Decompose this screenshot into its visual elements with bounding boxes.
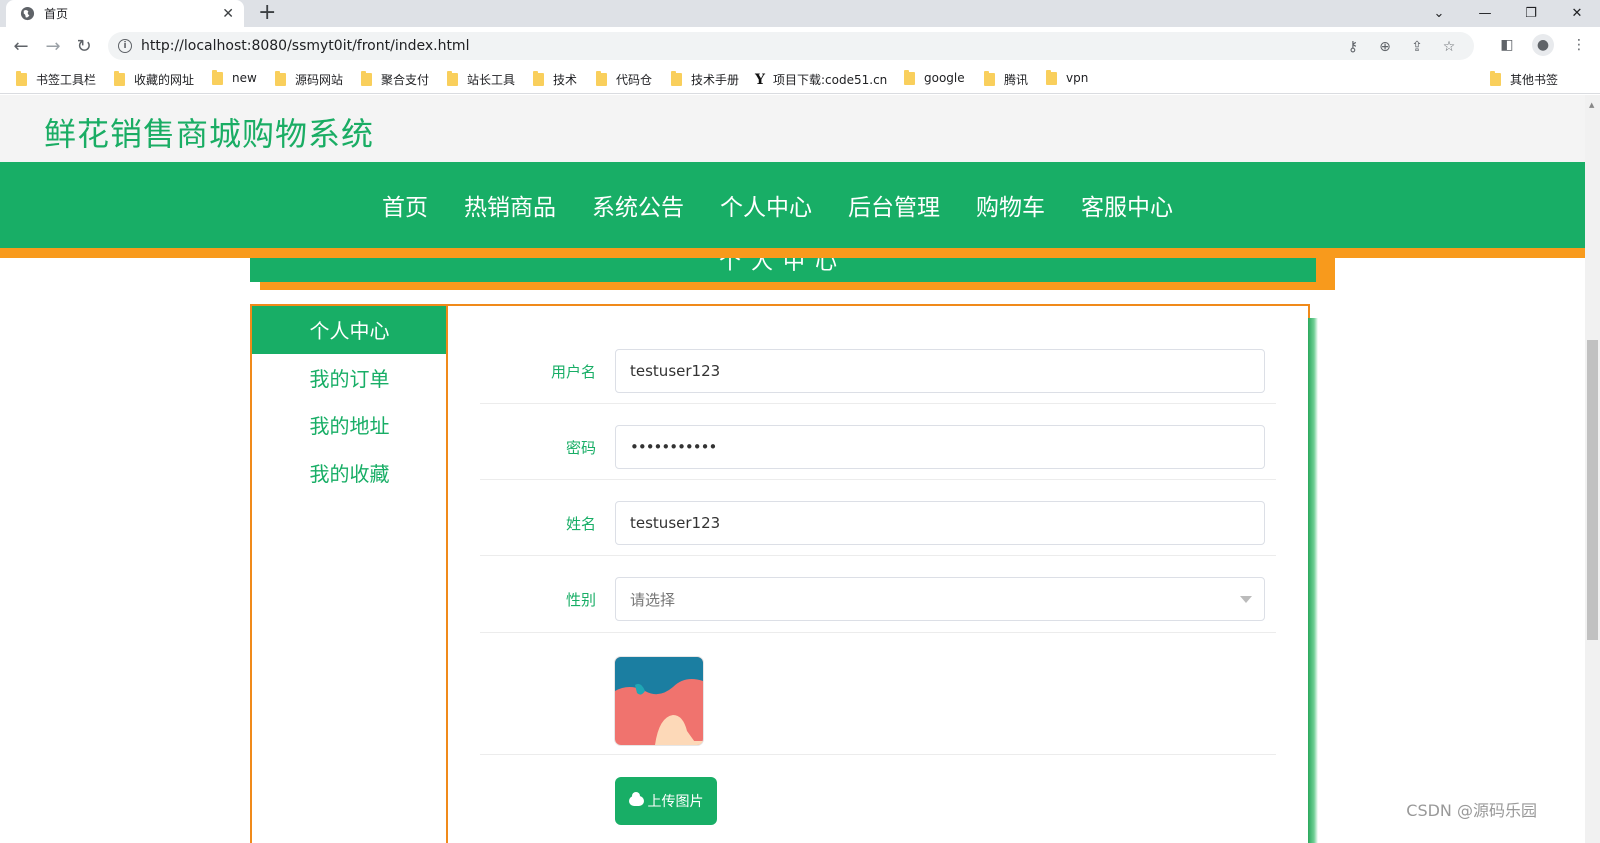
name-input[interactable]: testuser123 (615, 501, 1265, 545)
folder-icon (114, 71, 125, 86)
other-bookmarks[interactable]: 其他书签 (1490, 71, 1558, 88)
bookmark-item[interactable]: vpn (1046, 69, 1088, 85)
bookmark-item[interactable]: 腾讯 (984, 71, 1028, 88)
sidebar-item-personal-center[interactable]: 个人中心 (252, 306, 447, 354)
nav-personal-center[interactable]: 个人中心 (720, 188, 812, 222)
watermark: CSDN @源码乐园 (1406, 801, 1537, 820)
folder-icon (16, 71, 27, 86)
bookmark-item[interactable]: google (904, 69, 965, 85)
menu-icon[interactable]: ⋮ (1568, 34, 1590, 56)
username-label: 用户名 (550, 363, 596, 381)
key-icon[interactable]: ⚷ (1344, 38, 1362, 56)
form-row-password: 密码 ••••••••••• (480, 414, 1276, 480)
nav-customer-service[interactable]: 客服中心 (1081, 188, 1173, 222)
tab-title: 首页 (44, 7, 69, 21)
folder-icon (904, 69, 915, 85)
restore-icon[interactable]: ❐ (1508, 0, 1554, 27)
scroll-thumb[interactable] (1587, 340, 1598, 640)
share-icon[interactable]: ⇪ (1408, 38, 1426, 56)
bookmark-item[interactable]: 源码网站 (275, 71, 343, 88)
folder-icon (361, 71, 372, 86)
section-title-bar: 个人中心 (250, 258, 1335, 290)
forward-icon[interactable]: → (41, 34, 65, 58)
folder-icon (533, 71, 544, 86)
site-title: 鲜花销售商城购物系统 (44, 115, 375, 153)
close-window-icon[interactable]: ✕ (1554, 0, 1600, 27)
globe-icon (20, 6, 35, 21)
close-tab-icon[interactable]: ✕ (222, 6, 234, 22)
profile-form: 用户名 testuser123 密码 ••••••••••• 姓名 testus… (446, 304, 1310, 843)
folder-icon (212, 69, 223, 85)
profile-icon[interactable]: ● (1532, 34, 1554, 56)
bookmark-item[interactable]: 站长工具 (447, 71, 515, 88)
password-input[interactable]: ••••••••••• (615, 425, 1265, 469)
cloud-upload-icon (628, 792, 644, 806)
address-bar[interactable]: i http://localhost:8080/ssmyt0it/front/i… (108, 32, 1474, 60)
sidebar-item-my-addresses[interactable]: 我的地址 (252, 401, 447, 449)
username-input[interactable]: testuser123 (615, 349, 1265, 393)
browser-toolbar: ← → ↻ i http://localhost:8080/ssmyt0it/f… (0, 27, 1600, 65)
bookmarks-bar: 书签工具栏 收藏的网址 new 源码网站 聚合支付 站长工具 技术 代码仓 技术… (0, 65, 1600, 94)
gender-label: 性别 (565, 591, 596, 609)
gender-select[interactable]: 请选择 (615, 577, 1265, 621)
nav-admin[interactable]: 后台管理 (848, 188, 940, 222)
minimize-icon[interactable]: — (1462, 0, 1508, 27)
url-text[interactable]: http://localhost:8080/ssmyt0it/front/ind… (141, 38, 469, 54)
new-tab-button[interactable]: + (258, 1, 276, 25)
bookmark-item[interactable]: 技术手册 (671, 71, 739, 88)
main-nav: 首页 热销商品 系统公告 个人中心 后台管理 购物车 客服中心 (0, 162, 1585, 248)
side-panel-icon[interactable]: ◧ (1496, 34, 1518, 56)
tab-strip: 首页 ✕ + ⌄ — ❐ ✕ (0, 0, 1600, 27)
nav-cart[interactable]: 购物车 (976, 188, 1045, 222)
nav-hot-products[interactable]: 热销商品 (464, 188, 556, 222)
nav-home[interactable]: 首页 (382, 188, 428, 222)
folder-icon (671, 71, 682, 86)
y-logo-icon: Y (755, 71, 765, 88)
sidebar-item-my-favorites[interactable]: 我的收藏 (252, 449, 447, 497)
section-title: 个人中心 (718, 258, 847, 275)
folder-icon (275, 71, 286, 86)
folder-icon (1490, 71, 1501, 86)
avatar-image (615, 657, 703, 745)
browser-tab[interactable]: 首页 ✕ (6, 0, 244, 27)
chevron-down-icon (1240, 596, 1252, 603)
folder-icon (596, 71, 607, 86)
nav-announcements[interactable]: 系统公告 (592, 188, 684, 222)
scroll-up-icon[interactable]: ▲ (1589, 101, 1594, 109)
bookmark-item[interactable]: 代码仓 (596, 71, 652, 88)
site-info-icon[interactable]: i (118, 39, 132, 53)
window-controls: ⌄ — ❐ ✕ (1416, 0, 1600, 27)
reload-icon[interactable]: ↻ (72, 34, 96, 58)
form-row-name: 姓名 testuser123 (480, 490, 1276, 556)
page-scrollbar[interactable]: ▲ (1585, 95, 1600, 843)
bookmark-item[interactable]: 收藏的网址 (114, 71, 194, 88)
page-viewport: 鲜花销售商城购物系统 首页 热销商品 系统公告 个人中心 后台管理 购物车 客服… (0, 95, 1585, 843)
form-row-gender: 性别 请选择 (480, 566, 1276, 633)
folder-icon (447, 71, 458, 86)
bookmark-item[interactable]: 技术 (533, 71, 577, 88)
personal-center-panel: 个人中心 我的订单 我的地址 我的收藏 用户名 testuser123 密码 •… (250, 304, 1337, 843)
folder-icon (1046, 69, 1057, 85)
site-header: 鲜花销售商城购物系统 (0, 95, 1585, 162)
sidebar-item-my-orders[interactable]: 我的订单 (252, 354, 447, 402)
zoom-icon[interactable]: ⊕ (1376, 38, 1394, 56)
folder-icon (984, 71, 995, 86)
panel-shadow (1308, 318, 1318, 843)
name-label: 姓名 (565, 515, 596, 533)
bookmark-item[interactable]: 书签工具栏 (16, 71, 96, 88)
form-row-username: 用户名 testuser123 (480, 338, 1276, 404)
sidebar: 个人中心 我的订单 我的地址 我的收藏 (250, 304, 449, 843)
form-row-avatar (480, 645, 1276, 755)
star-icon[interactable]: ☆ (1440, 38, 1458, 56)
bookmark-item[interactable]: new (212, 69, 257, 85)
back-icon[interactable]: ← (9, 34, 33, 58)
password-label: 密码 (565, 439, 596, 457)
bookmark-item[interactable]: 聚合支付 (361, 71, 429, 88)
tab-search-icon[interactable]: ⌄ (1416, 0, 1462, 27)
upload-image-button[interactable]: 上传图片 (615, 777, 717, 825)
accent-strip (0, 248, 1585, 258)
bookmark-item[interactable]: Y 项目下载:code51.cn (755, 71, 887, 88)
